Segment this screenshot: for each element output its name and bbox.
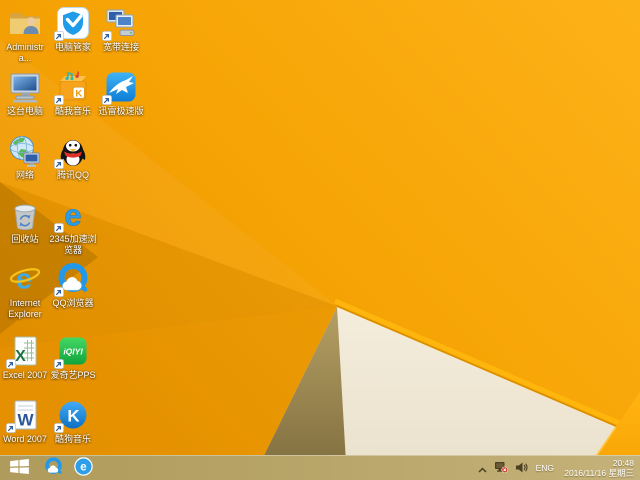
svg-text:W: W: [17, 411, 34, 430]
desktop-icon-label: 网络: [15, 170, 34, 180]
network-status-button[interactable]: [494, 456, 508, 480]
pc-manager-icon: [54, 6, 90, 41]
chevron-up-icon: [478, 461, 487, 476]
desktop-icon-this-pc[interactable]: 这台电脑: [1, 70, 49, 117]
user-folder-icon: [8, 6, 42, 40]
desktop-icon-internet-explorer[interactable]: e Internet Explorer: [1, 262, 49, 319]
kugou-icon: K: [54, 398, 90, 433]
desktop-icon-label: 2345加速浏 览器: [49, 234, 97, 255]
shortcut-arrow-icon: [54, 95, 64, 105]
desktop-screen: Administra... 电脑管家 宽带连接 这台电脑 K 酷我音乐 迅雷极速…: [0, 0, 640, 480]
kuwo-music-icon: K: [54, 70, 90, 105]
windows-logo-icon: [9, 459, 29, 477]
desktop-icon-network[interactable]: 网络: [1, 134, 49, 181]
internet-explorer-icon: e: [8, 262, 42, 296]
svg-text:e: e: [64, 198, 81, 232]
desktop-icon-label: 这台电脑: [6, 106, 43, 116]
desktop-icon-kugou-music[interactable]: K 酷狗音乐: [49, 398, 97, 445]
network-disconnected-icon: [494, 461, 508, 476]
2345-browser-e-icon: e: [54, 198, 90, 233]
iqiyi-icon: iQIYI: [54, 334, 90, 369]
svg-text:K: K: [67, 407, 80, 426]
svg-text:e: e: [80, 462, 86, 474]
start-button[interactable]: [0, 456, 38, 480]
desktop-icon-label: QQ浏览器: [52, 298, 94, 308]
desktop-icon-xunlei[interactable]: 迅雷极速版: [97, 70, 145, 117]
desktop-icon-recycle-bin[interactable]: 回收站: [1, 198, 49, 245]
shortcut-arrow-icon: [54, 31, 64, 41]
desktop-icon-label: Excel 2007: [2, 370, 48, 380]
qq-browser-icon: [54, 262, 90, 297]
desktop-icon-excel-2007[interactable]: X Excel 2007: [1, 334, 49, 381]
svg-text:K: K: [75, 88, 82, 99]
excel-icon: X: [6, 334, 42, 369]
shortcut-arrow-icon: [54, 223, 64, 233]
clock-date: 2016/11/16 星期三: [564, 468, 634, 478]
speaker-icon: [515, 461, 528, 476]
desktop-icon-administrator[interactable]: Administra...: [1, 6, 49, 63]
desktop-icon-broadband[interactable]: 宽带连接: [97, 6, 145, 53]
desktop-icon-tencent-qq[interactable]: 腾讯QQ: [49, 134, 97, 181]
shortcut-arrow-icon: [6, 423, 16, 433]
desktop-icon-label: 酷狗音乐: [54, 434, 91, 444]
shortcut-arrow-icon: [54, 359, 64, 369]
desktop-icon-word-2007[interactable]: W Word 2007: [1, 398, 49, 445]
svg-text:X: X: [15, 348, 26, 365]
taskbar: e ENG 20:48 2016/11/16 星期三: [0, 455, 640, 480]
desktop-icon-label: Internet Explorer: [8, 298, 42, 319]
shortcut-arrow-icon: [102, 95, 112, 105]
shortcut-arrow-icon: [6, 359, 16, 369]
desktop-icon-label: 电脑管家: [54, 42, 91, 52]
desktop-icon-label: Word 2007: [3, 434, 47, 444]
desktop-icon-label: 迅雷极速版: [98, 106, 144, 116]
shortcut-arrow-icon: [54, 159, 64, 169]
desktop-icon-label: 宽带连接: [102, 42, 139, 52]
system-tray: ENG 20:48 2016/11/16 星期三: [478, 456, 640, 480]
qq-browser-icon: [44, 457, 63, 479]
desktop-icon-label: 回收站: [11, 234, 39, 244]
taskbar-qq-browser-button[interactable]: [38, 456, 68, 480]
desktop-icon-kuwo-music[interactable]: K 酷我音乐: [49, 70, 97, 117]
clock-time: 20:48: [612, 458, 634, 468]
desktop-icon-iqiyi-pps[interactable]: iQIYI 爱奇艺PPS: [49, 334, 97, 381]
desktop-icon-label: 酷我音乐: [54, 106, 91, 116]
this-pc-icon: [8, 70, 42, 104]
taskbar-2345-browser-button[interactable]: e: [68, 456, 98, 480]
tray-expand-button[interactable]: [478, 456, 487, 480]
taskbar-clock[interactable]: 20:48 2016/11/16 星期三: [562, 458, 634, 478]
desktop-icon-qq-browser[interactable]: QQ浏览器: [49, 262, 97, 309]
shortcut-arrow-icon: [54, 423, 64, 433]
language-indicator[interactable]: ENG: [536, 456, 554, 480]
word-icon: W: [6, 398, 42, 433]
volume-button[interactable]: [515, 456, 528, 480]
desktop-icon-label: 爱奇艺PPS: [50, 370, 96, 380]
desktop-icon-label: Administra...: [6, 42, 44, 63]
xunlei-bird-icon: [102, 70, 138, 105]
desktop-icon-label: 腾讯QQ: [56, 170, 89, 180]
network-globe-icon: [8, 134, 42, 168]
shortcut-arrow-icon: [102, 31, 112, 41]
2345-browser-icon: e: [73, 457, 93, 479]
desktop-icon-pc-manager[interactable]: 电脑管家: [49, 6, 97, 53]
desktop-icon-2345-browser[interactable]: e 2345加速浏 览器: [49, 198, 97, 255]
broadband-connection-icon: [102, 6, 138, 41]
svg-text:iQIYI: iQIYI: [63, 347, 83, 357]
recycle-bin-icon: [8, 198, 42, 232]
qq-penguin-icon: [54, 134, 90, 169]
shortcut-arrow-icon: [54, 287, 64, 297]
